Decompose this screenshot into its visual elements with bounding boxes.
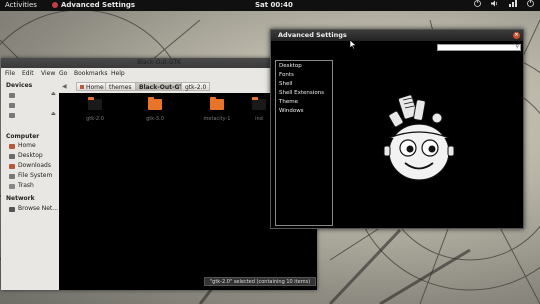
activities-button[interactable]: Activities bbox=[5, 0, 37, 11]
devices-header: Devices bbox=[6, 82, 33, 89]
clock[interactable]: Sat 00:40 bbox=[255, 0, 293, 11]
harddisk-icon bbox=[9, 173, 15, 179]
menu-help[interactable]: Help bbox=[111, 68, 125, 79]
advanced-settings-title: Advanced Settings bbox=[278, 31, 347, 39]
sidebar-item-label: Home bbox=[18, 142, 36, 149]
network-header: Network bbox=[6, 195, 35, 202]
mouse-pointer-icon bbox=[349, 34, 357, 53]
category-desktop[interactable]: Desktop bbox=[279, 62, 302, 70]
computer-header: Computer bbox=[6, 133, 40, 140]
sidebar-item-downloads[interactable]: Downloads bbox=[9, 162, 51, 170]
network-icon bbox=[9, 206, 15, 212]
advanced-settings-titlebar[interactable]: Advanced Settings × bbox=[271, 30, 523, 41]
sidebar-item-file-system[interactable]: File System bbox=[9, 172, 52, 180]
folder-label: metacity-1 bbox=[203, 116, 231, 122]
breadcrumb-themes[interactable]: themes bbox=[105, 82, 136, 91]
folder-icon bbox=[148, 97, 162, 110]
folder-item[interactable]: ind bbox=[249, 97, 269, 122]
category-theme[interactable]: Theme bbox=[279, 98, 298, 106]
drive-icon bbox=[9, 102, 15, 108]
drive-icon bbox=[9, 92, 15, 98]
menu-edit[interactable]: Edit bbox=[22, 68, 34, 79]
category-shell[interactable]: Shell bbox=[279, 80, 292, 88]
user-menu-icon[interactable] bbox=[527, 0, 534, 11]
advanced-settings-window: Advanced Settings × ⚲ Desktop Fonts Shel… bbox=[270, 29, 524, 229]
desktop-icon bbox=[9, 153, 15, 159]
folder-icon bbox=[88, 97, 102, 110]
eject-icon[interactable]: ⏏ bbox=[51, 112, 56, 117]
search-icon: ⚲ bbox=[515, 44, 519, 50]
sidebar-item-desktop[interactable]: Desktop bbox=[9, 152, 43, 160]
sidebar-item-label: Trash bbox=[18, 182, 34, 189]
category-fonts[interactable]: Fonts bbox=[279, 71, 294, 79]
menu-bookmarks[interactable]: Bookmarks bbox=[74, 68, 108, 79]
menu-file[interactable]: File bbox=[5, 68, 15, 79]
selection-status: "gtk-2.0" selected (containing 10 items) bbox=[204, 277, 316, 286]
breadcrumb-label: Home bbox=[86, 84, 104, 91]
device-item[interactable] bbox=[9, 91, 18, 99]
network-icon[interactable] bbox=[509, 0, 517, 11]
category-windows[interactable]: Windows bbox=[279, 107, 304, 115]
home-icon bbox=[9, 143, 15, 149]
trash-icon bbox=[9, 183, 15, 189]
accessibility-icon[interactable] bbox=[474, 0, 481, 11]
folder-item[interactable]: gtk-3.0 bbox=[137, 97, 173, 122]
sidebar-item-label: Browse Net... bbox=[18, 205, 59, 212]
app-menu-button[interactable]: Advanced Settings bbox=[52, 0, 135, 11]
folder-label: ind bbox=[255, 116, 263, 122]
app-icon bbox=[52, 2, 58, 8]
drive-icon bbox=[9, 112, 15, 118]
home-small-icon bbox=[80, 85, 84, 89]
folder-icon bbox=[252, 97, 266, 110]
device-item[interactable] bbox=[9, 101, 18, 109]
search-input[interactable]: ⚲ bbox=[437, 44, 521, 51]
breadcrumb-home[interactable]: Home bbox=[76, 82, 108, 91]
downloads-icon bbox=[9, 163, 15, 169]
places-sidebar: Devices ⏏ ⏏ Computer Home Desktop Downlo… bbox=[1, 79, 59, 290]
sidebar-item-home[interactable]: Home bbox=[9, 142, 36, 150]
status-area bbox=[474, 0, 534, 11]
sidebar-item-label: Desktop bbox=[18, 152, 43, 159]
folder-item[interactable]: metacity-1 bbox=[199, 97, 235, 122]
folder-icon bbox=[210, 97, 224, 110]
category-list: Desktop Fonts Shell Shell Extensions The… bbox=[275, 60, 333, 226]
sidebar-item-label: File System bbox=[18, 172, 53, 179]
eject-icon[interactable]: ⏏ bbox=[51, 92, 56, 97]
category-shell-extensions[interactable]: Shell Extensions bbox=[279, 89, 324, 97]
menu-go[interactable]: Go bbox=[59, 68, 67, 79]
folder-item[interactable]: gtk-2.0 bbox=[77, 97, 113, 122]
back-arrow-icon[interactable]: ◀ bbox=[62, 82, 68, 91]
breadcrumb-gtk-2[interactable]: gtk-2.0 bbox=[181, 82, 211, 91]
app-menu-label: Advanced Settings bbox=[61, 1, 136, 9]
tweak-tool-mascot-icon bbox=[379, 90, 459, 194]
file-manager-title: Black-Out-GTK bbox=[137, 59, 181, 66]
device-item[interactable] bbox=[9, 111, 18, 119]
sidebar-item-label: Downloads bbox=[18, 162, 51, 169]
folder-label: gtk-3.0 bbox=[146, 116, 164, 122]
sidebar-item-browse-network[interactable]: Browse Net... bbox=[9, 205, 58, 213]
volume-icon[interactable] bbox=[491, 0, 499, 11]
menu-view[interactable]: View bbox=[41, 68, 55, 79]
folder-label: gtk-2.0 bbox=[86, 116, 104, 122]
sidebar-item-trash[interactable]: Trash bbox=[9, 182, 34, 190]
close-button[interactable]: × bbox=[513, 32, 520, 39]
top-panel: Activities Advanced Settings Sat 00:40 bbox=[0, 0, 540, 11]
